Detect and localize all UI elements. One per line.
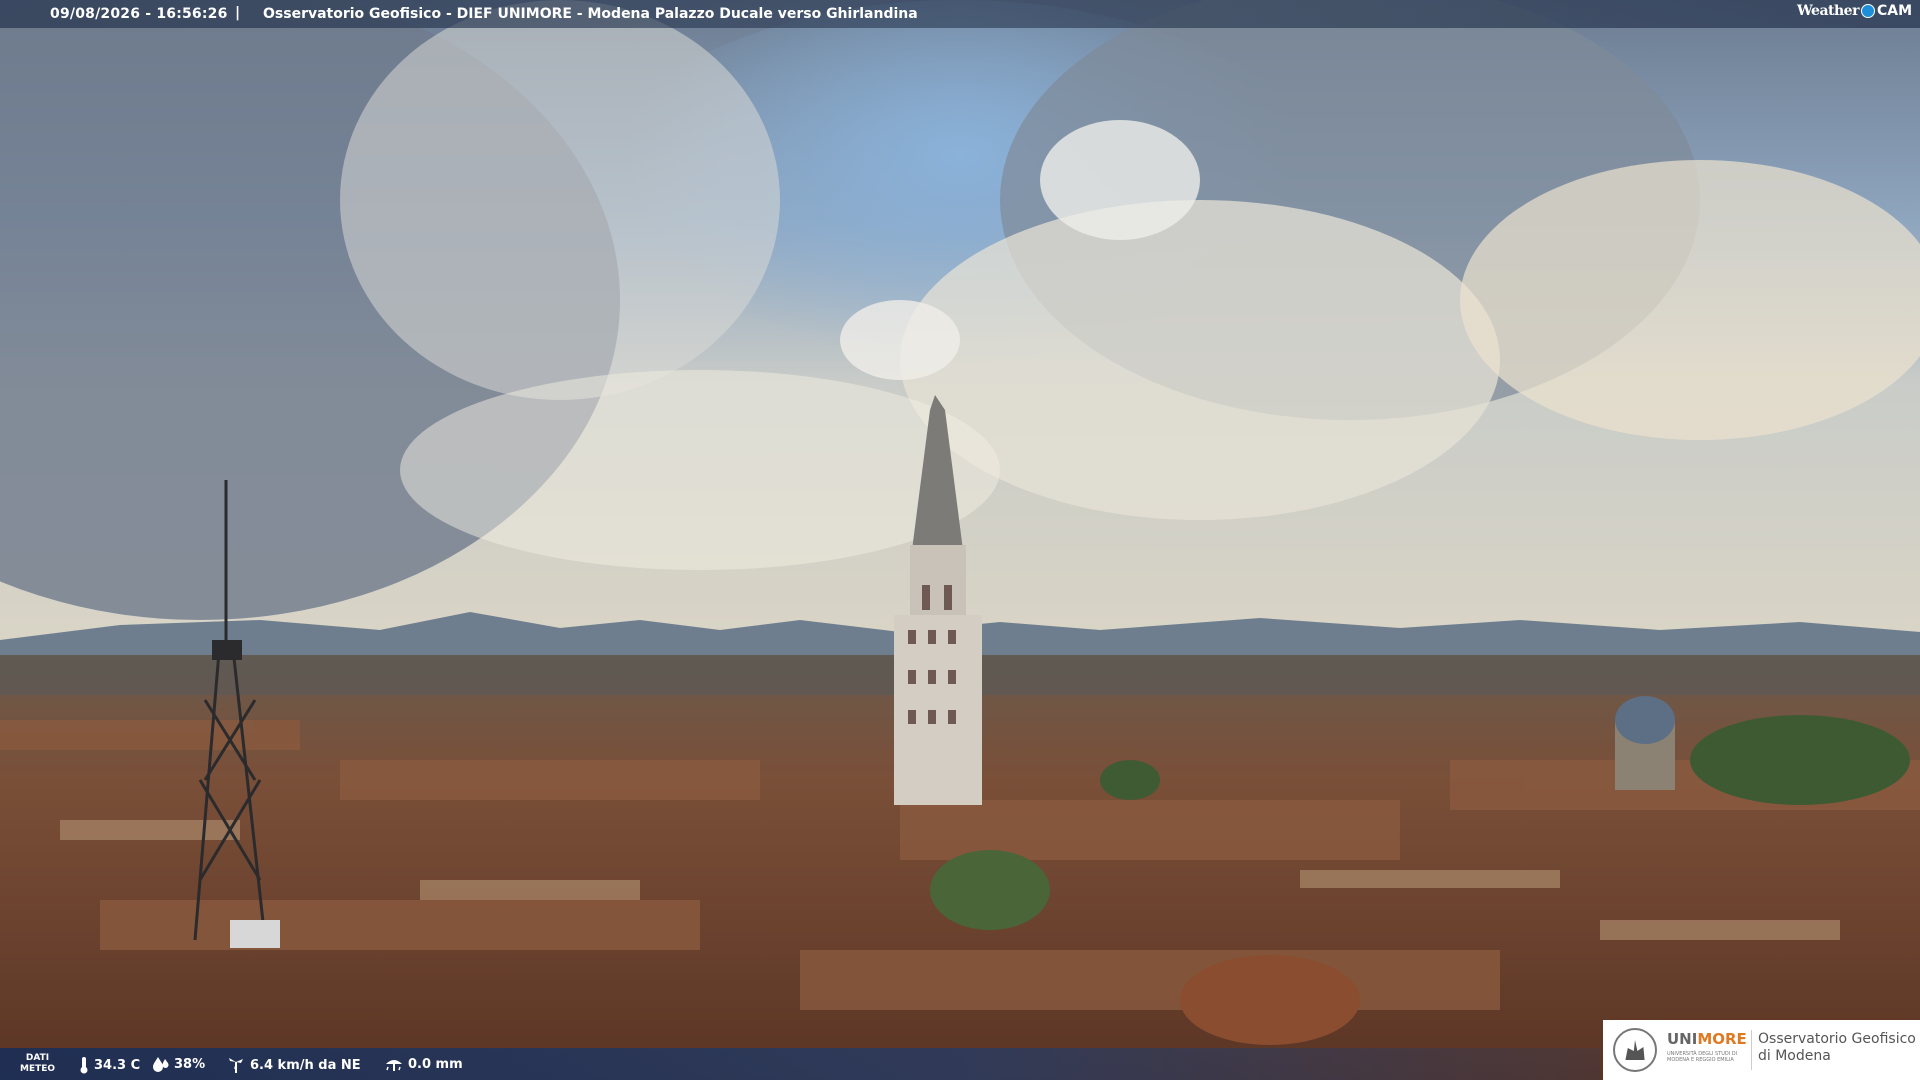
brand-weather-text: Weather: [1796, 3, 1860, 19]
humidity-item: 38%: [152, 1056, 205, 1072]
humidity-value: 38%: [174, 1056, 206, 1072]
unimore-suffix: MORE: [1697, 1030, 1747, 1048]
rain-value: 0.0 mm: [408, 1056, 463, 1072]
camera-caption: Osservatorio Geofisico - DIEF UNIMORE - …: [263, 6, 918, 22]
brand-cam-text: CAM: [1876, 3, 1912, 19]
timestamp: 09/08/2026 - 16:56:26: [50, 6, 228, 22]
thermometer-icon: [80, 1057, 88, 1074]
temperature-value: 34.3 C: [94, 1057, 141, 1073]
caption-bar: 09/08/2026 - 16:56:26 | Osservatorio Geo…: [0, 0, 1920, 28]
humidity-drop-icon: [153, 1057, 169, 1072]
rain-item: 0.0 mm: [384, 1056, 463, 1072]
weather-label-line1: DATI: [25, 1053, 50, 1063]
unimore-wordmark: UNIMORE: [1667, 1030, 1747, 1048]
brand-dot-icon: [1860, 4, 1875, 18]
webcam-scene: [0, 0, 1920, 1080]
rain-gauge-icon: [386, 1060, 402, 1071]
observatory-name: Osservatorio Geofisico di Modena: [1758, 1031, 1916, 1065]
wind-value: 6.4 km/h da NE: [250, 1057, 361, 1073]
observatory-line1: Osservatorio Geofisico: [1758, 1031, 1916, 1047]
weather-label-line2: METEO: [20, 1064, 56, 1074]
unimore-logo: UNIMORE UNIVERSITÀ DEGLI STUDI DI MODENA…: [1603, 1020, 1920, 1080]
observatory-line2: di Modena: [1758, 1048, 1831, 1064]
wind-icon: [229, 1058, 243, 1073]
university-seal-icon: [1613, 1028, 1657, 1072]
unimore-prefix: UNI: [1667, 1030, 1698, 1048]
unimore-subtitle: UNIVERSITÀ DEGLI STUDI DI MODENA E REGGI…: [1667, 1051, 1738, 1063]
weather-data-label: DATI METEO: [20, 1053, 55, 1075]
wind-item: 6.4 km/h da NE: [226, 1056, 361, 1074]
caption-separator: |: [235, 5, 241, 21]
logo-divider: [1751, 1030, 1752, 1070]
weathercam-logo: Weather CAM: [1797, 3, 1912, 19]
temperature-item: 34.3 C: [78, 1056, 140, 1074]
weather-data-bar: DATI METEO 34.3 C 38% 6.4 km/h da NE 0.0…: [0, 1048, 1600, 1080]
